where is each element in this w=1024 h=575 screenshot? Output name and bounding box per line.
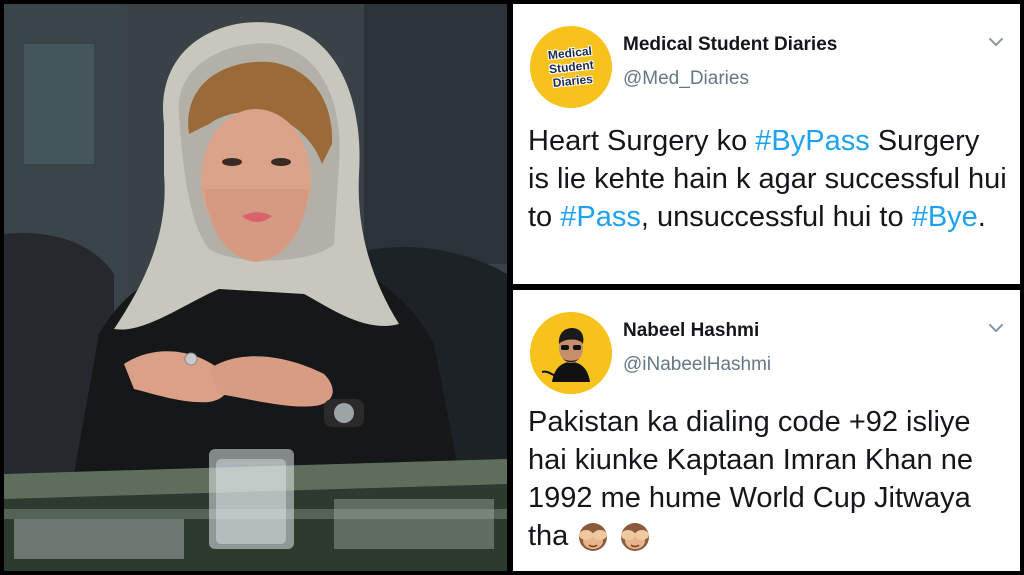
chevron-down-icon[interactable] [986, 318, 1006, 338]
hashtag-link[interactable]: #Pass [560, 201, 641, 233]
avatar[interactable] [530, 312, 612, 394]
see-no-evil-monkey-icon [579, 523, 608, 552]
person-photo [4, 4, 507, 571]
avatar[interactable]: Medical Student Diaries [530, 26, 612, 108]
user-handle[interactable]: @Med_Diaries [623, 68, 749, 90]
display-name[interactable]: Medical Student Diaries [623, 34, 837, 56]
display-name[interactable]: Nabeel Hashmi [623, 320, 759, 342]
avatar-logo-text: Medical Student Diaries [547, 44, 596, 90]
avatar-portrait-icon [530, 312, 612, 394]
tweet-text-segment: Heart Surgery ko [528, 125, 756, 157]
hashtag-link[interactable]: #Bye [912, 201, 978, 233]
tweet-card[interactable]: Medical Student Diaries Medical Student … [513, 4, 1020, 284]
tweet-text-segment: , unsuccessful hui to [640, 201, 912, 233]
hashtag-link[interactable]: #ByPass [755, 125, 869, 157]
chevron-down-icon[interactable] [986, 32, 1006, 52]
photo-panel [4, 4, 507, 571]
user-handle[interactable]: @iNabeelHashmi [623, 354, 771, 376]
tweet-card[interactable]: Nabeel Hashmi @iNabeelHashmi Pakistan ka… [513, 290, 1020, 571]
tweet-text-segment: . [977, 201, 986, 233]
tweet-text: Pakistan ka dialing code +92 isliye hai … [528, 403, 1008, 555]
see-no-evil-monkey-icon [621, 523, 650, 552]
tweet-text: Heart Surgery ko #ByPass Surgery is lie … [528, 122, 1008, 236]
